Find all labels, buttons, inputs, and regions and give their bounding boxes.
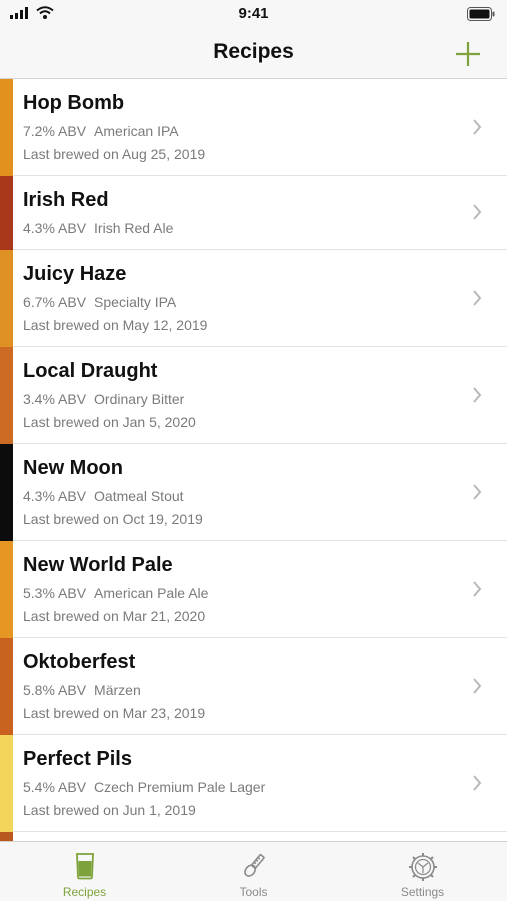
recipe-abv: 3.4% ABV [23, 391, 87, 407]
status-bar: 9:41 [0, 0, 507, 30]
recipe-abv: 6.7% ABV [23, 294, 87, 310]
recipe-meta: 4.3% ABV Oatmeal Stout [23, 488, 184, 504]
recipe-row[interactable]: New World Pale 5.3% ABV American Pale Ale… [0, 541, 507, 638]
recipe-row[interactable]: Irish Red 4.3% ABV Irish Red Ale [0, 176, 507, 250]
recipe-style: Ordinary Bitter [94, 391, 185, 407]
srm-color-swatch [0, 79, 13, 176]
recipe-style: Märzen [94, 682, 141, 698]
add-recipe-button[interactable] [451, 37, 485, 71]
recipe-abv: 4.3% ABV [23, 488, 87, 504]
recipe-meta: 4.3% ABV Irish Red Ale [23, 220, 173, 236]
recipe-row[interactable]: Juicy Haze 6.7% ABV Specialty IPA Last br… [0, 250, 507, 347]
status-time: 9:41 [238, 5, 269, 22]
recipe-name: New World Pale [23, 554, 173, 576]
recipe-list: Hop Bomb 7.2% ABV American IPA Last brewe… [0, 79, 507, 841]
recipe-row[interactable]: New Moon 4.3% ABV Oatmeal Stout Last brew… [0, 444, 507, 541]
recipe-last-brewed: Last brewed on Oct 19, 2019 [23, 511, 203, 527]
recipe-style: Czech Premium Pale Lager [94, 779, 266, 795]
srm-color-swatch [0, 250, 13, 347]
recipe-name: Juicy Haze [23, 263, 127, 285]
recipe-meta: 6.7% ABV Specialty IPA [23, 294, 176, 310]
chevron-right-icon [473, 484, 482, 500]
recipe-style: Irish Red Ale [94, 220, 174, 236]
chevron-right-icon [473, 678, 482, 694]
recipe-abv: 4.3% ABV [23, 220, 87, 236]
recipe-name: Local Draught [23, 360, 158, 382]
tab-label: Recipes [62, 885, 107, 899]
recipe-last-brewed: Last brewed on Jun 1, 2019 [23, 802, 196, 818]
srm-color-swatch [0, 832, 13, 841]
chevron-right-icon [473, 581, 482, 597]
recipe-last-brewed: Last brewed on May 12, 2019 [23, 317, 208, 333]
recipe-abv: 5.4% ABV [23, 779, 87, 795]
recipe-style: American Pale Ale [94, 585, 209, 601]
srm-color-swatch [0, 735, 13, 832]
recipe-row[interactable]: Perfect Pils 5.4% ABV Czech Premium Pale … [0, 735, 507, 832]
recipe-row-partial[interactable] [0, 832, 507, 841]
recipe-style: American IPA [94, 123, 179, 139]
srm-color-swatch [0, 347, 13, 444]
recipe-row[interactable]: Oktoberfest 5.8% ABV Märzen Last brewed o… [0, 638, 507, 735]
recipe-name: Irish Red [23, 189, 109, 211]
recipe-meta: 3.4% ABV Ordinary Bitter [23, 391, 184, 407]
chevron-right-icon [473, 204, 482, 220]
plus-icon [456, 42, 480, 66]
battery-icon [467, 7, 495, 21]
srm-color-swatch [0, 176, 13, 250]
recipe-last-brewed: Last brewed on Mar 21, 2020 [23, 608, 206, 624]
recipe-last-brewed: Last brewed on Jan 5, 2020 [23, 414, 196, 430]
recipe-name: Perfect Pils [23, 748, 132, 770]
page-title: Recipes [213, 40, 294, 63]
recipe-name: New Moon [23, 457, 123, 479]
recipe-name: Hop Bomb [23, 92, 125, 114]
hydrometer-icon [243, 854, 265, 877]
chevron-right-icon [473, 119, 482, 135]
recipe-last-brewed: Last brewed on Aug 25, 2019 [23, 146, 206, 162]
recipe-style: Oatmeal Stout [94, 488, 184, 504]
recipe-abv: 5.3% ABV [23, 585, 87, 601]
tab-label: Tools [239, 885, 268, 899]
recipe-row[interactable]: Local Draught 3.4% ABV Ordinary Bitter La… [0, 347, 507, 444]
recipe-abv: 7.2% ABV [23, 123, 87, 139]
settings-gear-icon [408, 853, 437, 881]
recipe-meta: 5.8% ABV Märzen [23, 682, 141, 698]
tab-settings[interactable]: Settings [338, 842, 507, 901]
recipe-row[interactable]: Hop Bomb 7.2% ABV American IPA Last brewe… [0, 79, 507, 176]
chevron-right-icon [473, 387, 482, 403]
chevron-right-icon [473, 775, 482, 791]
srm-color-swatch [0, 444, 13, 541]
tab-tools[interactable]: Tools [169, 842, 338, 901]
recipe-name: Oktoberfest [23, 651, 136, 673]
recipe-meta: 5.3% ABV American Pale Ale [23, 585, 208, 601]
recipe-style: Specialty IPA [94, 294, 177, 310]
tab-label: Settings [400, 885, 445, 899]
srm-color-swatch [0, 541, 13, 638]
beer-glass-icon [75, 853, 94, 880]
navigation-bar: Recipes [0, 30, 507, 79]
recipe-meta: 5.4% ABV Czech Premium Pale Lager [23, 779, 265, 795]
srm-color-swatch [0, 638, 13, 735]
recipe-last-brewed: Last brewed on Mar 23, 2019 [23, 705, 206, 721]
chevron-right-icon [473, 290, 482, 306]
tab-recipes[interactable]: Recipes [0, 842, 169, 901]
recipe-meta: 7.2% ABV American IPA [23, 123, 179, 139]
tab-bar: Recipes Tools Settings [0, 841, 507, 901]
recipe-abv: 5.8% ABV [23, 682, 87, 698]
